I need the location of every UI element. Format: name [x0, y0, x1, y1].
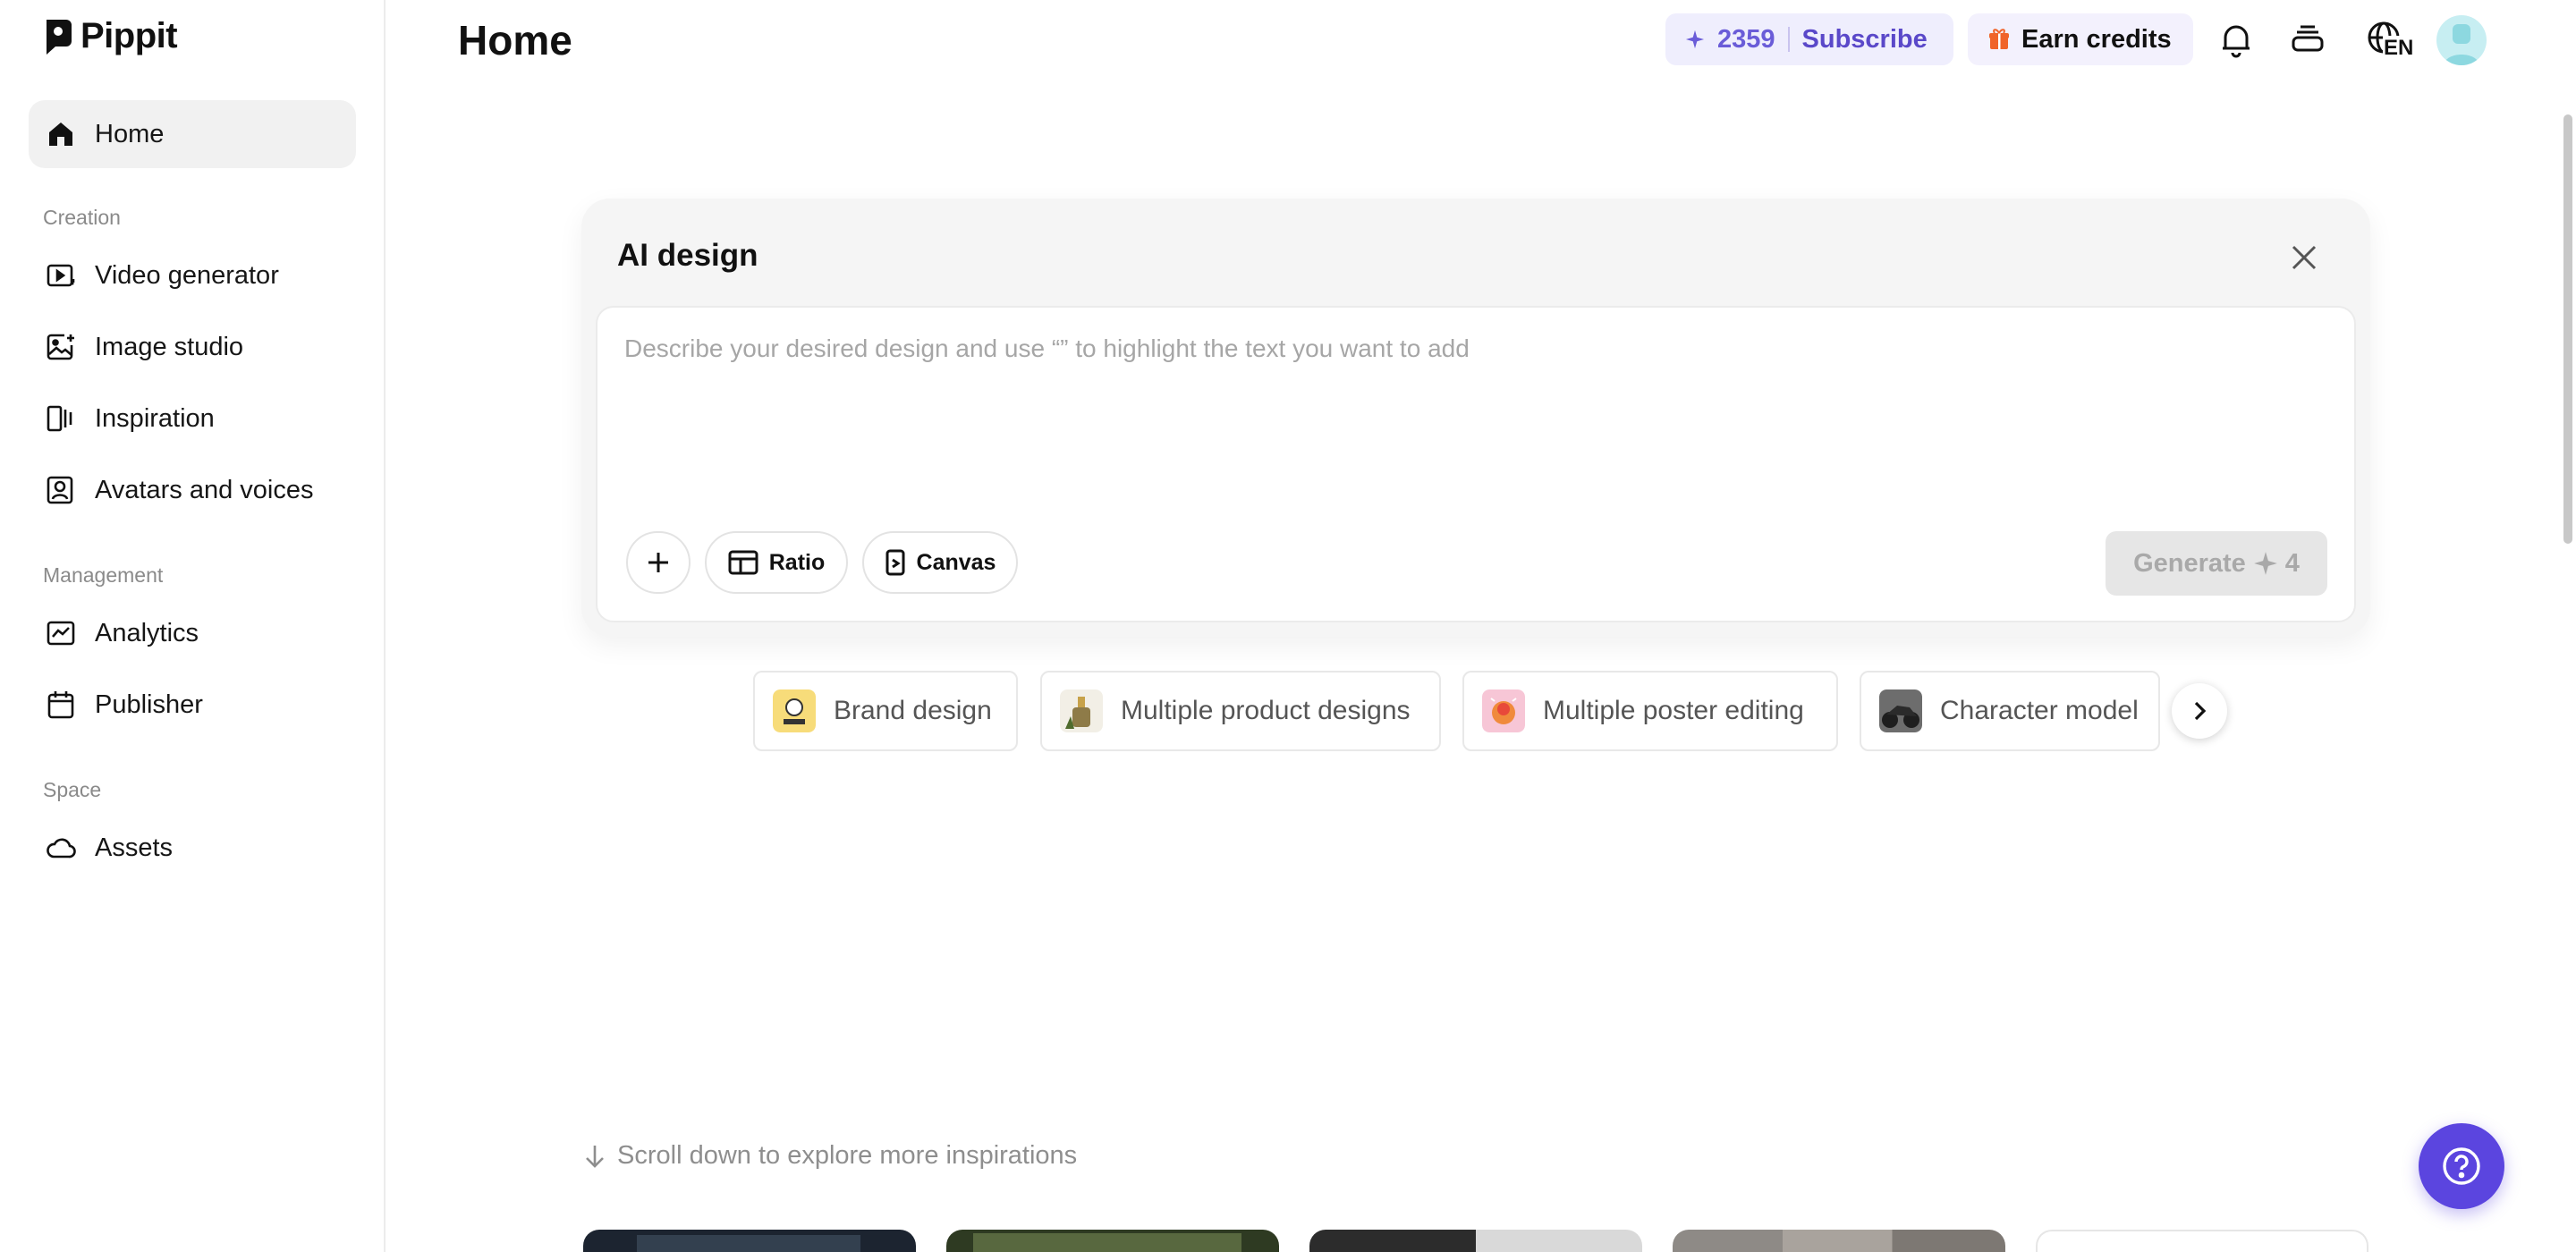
sidebar-item-video-generator[interactable]: Video generator: [29, 241, 356, 309]
avatar[interactable]: [2436, 15, 2487, 65]
thumbnail-detail: [637, 1235, 860, 1252]
design-prompt-input[interactable]: [624, 334, 2324, 363]
generate-cost: 4: [2284, 548, 2300, 578]
image-studio-icon: [47, 334, 74, 360]
chip-multiple-product-designs[interactable]: Multiple product designs: [1040, 671, 1441, 751]
section-label-management: Management: [43, 563, 164, 587]
chevron-right-icon: [2194, 701, 2207, 721]
inspiration-thumbnail[interactable]: [2036, 1230, 2368, 1252]
notifications-button[interactable]: [2215, 18, 2258, 61]
home-icon: [49, 123, 72, 146]
add-button[interactable]: [626, 531, 691, 594]
inspiration-thumbnail[interactable]: [946, 1230, 1279, 1252]
language-button[interactable]: EN: [2356, 18, 2415, 61]
subscribe-button[interactable]: Subscribe: [1802, 25, 1928, 55]
pippit-logo[interactable]: Pippit: [43, 16, 178, 56]
scroll-hint-label: Scroll down to explore more inspirations: [617, 1141, 1078, 1170]
scroll-hint: Scroll down to explore more inspirations: [583, 1141, 1077, 1171]
calendar-icon: [47, 691, 74, 719]
sidebar-item-home[interactable]: Home: [29, 100, 356, 168]
ai-design-panel: AI design Ratio Canvas Generate 4: [581, 199, 2370, 637]
sidebar-item-avatars-and-voices[interactable]: Avatars and voices: [29, 456, 356, 524]
chip-label: Brand design: [834, 696, 992, 725]
sparkle-icon: [2253, 552, 2277, 575]
app-name: Pippit: [80, 16, 178, 55]
sidebar-item-assets[interactable]: Assets: [29, 814, 356, 882]
generate-button[interactable]: Generate 4: [2106, 531, 2327, 596]
sidebar-item-label: Video generator: [95, 260, 279, 290]
earn-credits-label: Earn credits: [2021, 24, 2172, 54]
stack-button[interactable]: [2286, 18, 2329, 61]
scrollbar[interactable]: [2563, 114, 2572, 544]
canvas-button[interactable]: Canvas: [862, 531, 1018, 594]
prompt-box: Ratio Canvas Generate 4: [596, 306, 2356, 622]
section-label-creation: Creation: [43, 206, 121, 229]
chip-label: Multiple poster editing: [1543, 696, 1804, 725]
ratio-button[interactable]: Ratio: [705, 531, 848, 594]
inspiration-thumbnail[interactable]: [1309, 1230, 1642, 1252]
gift-icon: [1989, 29, 2009, 49]
sidebar-item-inspiration[interactable]: Inspiration: [29, 385, 356, 453]
credits-subscribe-pill[interactable]: 2359 Subscribe: [1665, 13, 1953, 65]
language-label: EN: [2383, 36, 2415, 61]
sidebar-item-label: Analytics: [95, 618, 199, 647]
chip-multiple-poster-editing[interactable]: Multiple poster editing: [1462, 671, 1838, 751]
character-model-thumbnail: [1879, 689, 1922, 732]
bell-icon: [2223, 25, 2250, 58]
credits-count: 2359: [1717, 24, 1775, 54]
inspiration-thumbnail[interactable]: [1673, 1230, 2005, 1252]
divider: [1787, 27, 1790, 52]
sidebar-item-label: Image studio: [95, 332, 244, 361]
sidebar-item-label: Assets: [95, 833, 174, 862]
analytics-icon: [47, 621, 75, 646]
poster-editing-thumbnail: [1482, 689, 1525, 732]
video-generator-icon: [47, 264, 75, 287]
pippit-logo-icon: [47, 19, 72, 55]
chips-next-button[interactable]: [2172, 683, 2227, 739]
sidebar-item-label: Avatars and voices: [95, 475, 314, 504]
chip-label: Character model: [1940, 696, 2139, 725]
chip-brand-design[interactable]: Brand design: [753, 671, 1018, 751]
sidebar-item-label: Publisher: [95, 689, 203, 719]
chip-character-model[interactable]: Character model: [1860, 671, 2160, 751]
canvas-label: Canvas: [916, 549, 996, 575]
canvas-icon: [886, 549, 905, 576]
page-title: Home: [458, 17, 572, 63]
generate-label: Generate: [2133, 548, 2246, 578]
user-avatar-icon: [2444, 24, 2479, 65]
earn-credits-button[interactable]: Earn credits: [1968, 13, 2193, 65]
sidebar-item-image-studio[interactable]: Image studio: [29, 313, 356, 381]
ratio-label: Ratio: [768, 549, 826, 575]
stack-icon: [2292, 25, 2324, 52]
ai-design-title: AI design: [617, 238, 758, 273]
sidebar-item-label: Home: [95, 119, 165, 148]
close-icon[interactable]: [2286, 240, 2322, 275]
cloud-icon: [47, 838, 76, 859]
arrow-down-icon: [586, 1145, 604, 1168]
section-label-space: Space: [43, 778, 102, 801]
product-design-thumbnail: [1060, 689, 1103, 732]
thumbnail-detail: [973, 1233, 1241, 1252]
question-icon: [2443, 1147, 2480, 1185]
ratio-icon: [728, 550, 758, 575]
sidebar: Pippit Home Creation Video generator Ima…: [0, 0, 386, 1252]
sidebar-item-publisher[interactable]: Publisher: [29, 671, 356, 739]
inspiration-icon: [47, 405, 72, 432]
help-button[interactable]: [2419, 1123, 2504, 1209]
inspiration-thumbnail[interactable]: [583, 1230, 916, 1252]
chip-label: Multiple product designs: [1121, 696, 1411, 725]
plus-icon: [648, 553, 668, 572]
sparkle-icon: [1685, 30, 1705, 49]
avatar-voice-icon: [47, 476, 73, 504]
brand-design-thumbnail: [773, 689, 816, 732]
sidebar-item-analytics[interactable]: Analytics: [29, 599, 356, 667]
sidebar-item-label: Inspiration: [95, 403, 215, 433]
